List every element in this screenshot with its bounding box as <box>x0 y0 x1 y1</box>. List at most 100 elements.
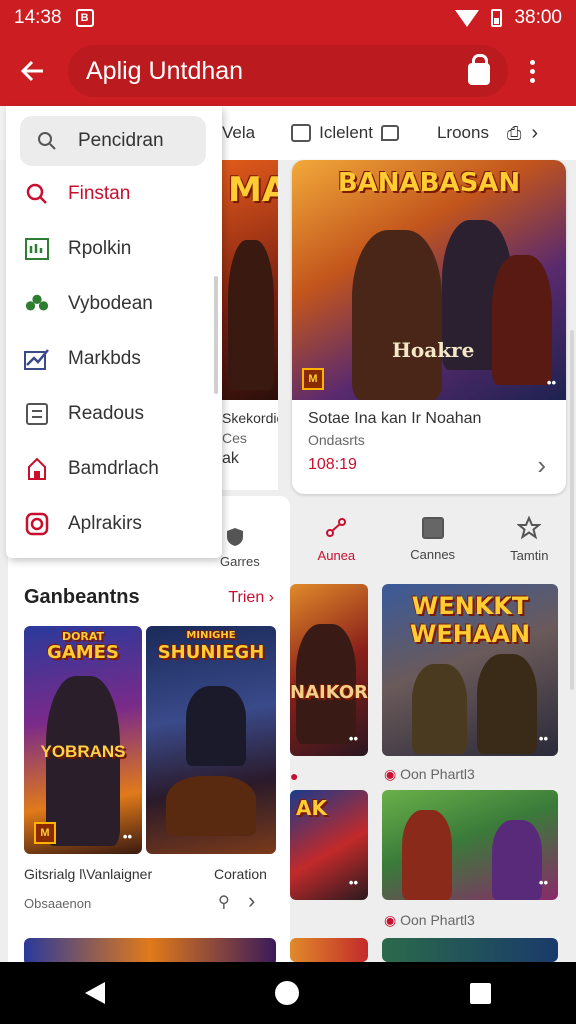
game-art: NAIKORS •• <box>290 584 368 756</box>
art-title: WENKKT WEHAAN <box>409 592 531 648</box>
game-art: DORAT GAMES YOBRANS M •• <box>24 626 142 854</box>
list-icon <box>24 401 50 427</box>
card-title: Skekordio <box>222 410 278 426</box>
art-title: MA <box>228 170 278 210</box>
chat-icon <box>380 125 399 141</box>
nav-back-icon[interactable] <box>85 982 106 1004</box>
drawer-search[interactable]: Pencidran <box>20 116 206 166</box>
bookmark-icon[interactable]: ⎙ <box>507 123 521 144</box>
drawer-item-rpolkin[interactable]: Rpolkin <box>6 221 222 276</box>
game-card[interactable]: NAIKORS •• <box>290 584 368 756</box>
art-title: GAMES <box>47 642 119 663</box>
battery-icon <box>491 9 503 27</box>
chart-icon <box>24 236 50 262</box>
art-top: MINIGHE <box>186 630 236 641</box>
notification-icon: B <box>75 9 94 27</box>
game-art: WENKKT WEHAAN •• <box>382 584 558 756</box>
status-clock: 38:00 <box>514 7 562 28</box>
tab-label: Iclelent <box>319 123 373 142</box>
drawer-item-readous[interactable]: Readous <box>6 386 222 441</box>
star-icon <box>517 515 542 539</box>
calendar-icon <box>421 516 444 539</box>
game-art: MINIGHE SHUNIEGH <box>146 626 276 854</box>
arrow-left-icon <box>20 60 43 82</box>
nav-recents-icon[interactable] <box>469 982 491 1004</box>
game-card[interactable]: •• <box>382 790 558 900</box>
group-icon <box>24 291 50 317</box>
game-card[interactable]: DORAT GAMES YOBRANS M •• <box>24 626 142 854</box>
drawer-search-label: Pencidran <box>78 130 164 151</box>
drawer-item-label: Rpolkin <box>68 237 132 259</box>
drawer-scrollbar[interactable] <box>214 276 218 394</box>
drawer-item-bamdrlach[interactable]: Bamdrlach <box>6 441 222 496</box>
section-header: Ganbeantns Trien › <box>24 586 274 609</box>
art-figure <box>412 664 467 754</box>
more-options-button[interactable] <box>522 56 542 87</box>
card-sub: Ces <box>222 430 247 446</box>
camera-icon <box>24 511 50 537</box>
search-icon[interactable]: ⚲ <box>218 892 230 912</box>
quick-tab-garres[interactable]: Garres <box>220 526 260 569</box>
featured-card[interactable]: BANABASAN Hoakre M •• Sotae Ina kan Ir N… <box>292 160 566 494</box>
game-art: BANABASAN Hoakre M •• <box>292 160 566 400</box>
featured-card-peek[interactable]: MA Skekordio Ces ak <box>222 160 278 490</box>
art-subtitle: YOBRANS <box>40 742 126 761</box>
game-card[interactable] <box>290 938 368 962</box>
quick-tab-label: Cannes <box>410 546 456 562</box>
lock-icon[interactable] <box>468 54 490 85</box>
game-card[interactable] <box>382 938 558 962</box>
trend-label: Trien <box>228 588 265 606</box>
tab-lroons[interactable]: Lroons <box>437 123 489 143</box>
game-art: •• <box>382 790 558 900</box>
art-title: SHUNIEGH <box>157 642 265 663</box>
section-trend-link[interactable]: Trien › <box>228 589 274 607</box>
quick-tab-label: Garres <box>220 554 260 569</box>
tab-vela[interactable]: Vela <box>222 123 255 143</box>
chevron-right-icon[interactable]: › <box>248 888 255 914</box>
game-meta: ◉ Oon Phartl3 <box>384 766 475 783</box>
chevron-right-icon[interactable]: › <box>537 450 546 481</box>
quick-tab-aunea[interactable]: Aunea <box>317 516 356 563</box>
art-figure <box>402 810 452 900</box>
game-card[interactable]: WENKKT WEHAAN •• <box>382 584 558 756</box>
chevron-right-icon[interactable]: › <box>531 122 538 145</box>
back-button[interactable] <box>12 51 52 91</box>
tab-iclelent[interactable]: Iclelent <box>291 123 399 143</box>
card-title: Gitsrialg l\Vanlaigner <box>24 866 153 882</box>
more-dots: •• <box>122 829 132 844</box>
app-title: Aplig Untdhan <box>86 56 244 85</box>
game-name: Sotae Ina kan Ir Noahan <box>308 410 482 427</box>
search-icon <box>34 128 60 154</box>
art-figure <box>492 820 542 900</box>
drawer-item-label: Markbds <box>68 347 141 369</box>
drawer-item-finstan[interactable]: Finstan <box>6 166 222 221</box>
drawer-item-markbds[interactable]: Markbds <box>6 331 222 386</box>
card-sub: Obsaaenon <box>24 896 92 911</box>
art-title: NAIKORS <box>290 682 368 703</box>
drawer-item-aplrakirs[interactable]: Aplrakirs <box>6 496 222 551</box>
art-title: AK <box>296 796 327 820</box>
app-title-bar[interactable]: Aplig Untdhan <box>68 45 508 97</box>
drawer-item-label: Aplrakirs <box>68 512 142 534</box>
art-hero <box>352 230 442 400</box>
nav-home-icon[interactable] <box>275 981 300 1005</box>
art-figure <box>492 255 552 385</box>
game-price: 108:19 <box>308 456 357 473</box>
quick-tab-cannes[interactable]: Cannes <box>410 516 456 562</box>
system-nav-bar <box>0 962 576 1024</box>
location-pin-icon: ◉ <box>384 912 397 928</box>
quick-tab-tamtin[interactable]: Tamtin <box>510 515 548 563</box>
quick-tab-label: Aunea <box>317 547 356 563</box>
art-subtitle: Hoakre <box>392 338 475 362</box>
game-card[interactable]: AK •• <box>290 790 368 900</box>
game-art: AK •• <box>290 790 368 900</box>
art-title: BANABASAN <box>337 168 521 198</box>
location-pin-icon: ● <box>290 768 299 784</box>
meta-text: Oon Phartl3 <box>400 766 475 782</box>
game-card[interactable]: MINIGHE SHUNIEGH <box>146 626 276 854</box>
shield-icon <box>227 528 243 546</box>
more-dots: •• <box>538 731 548 746</box>
drawer-item-vybodean[interactable]: Vybodean <box>6 276 222 331</box>
drawer-item-label: Finstan <box>68 182 131 204</box>
more-dots: •• <box>348 731 358 746</box>
